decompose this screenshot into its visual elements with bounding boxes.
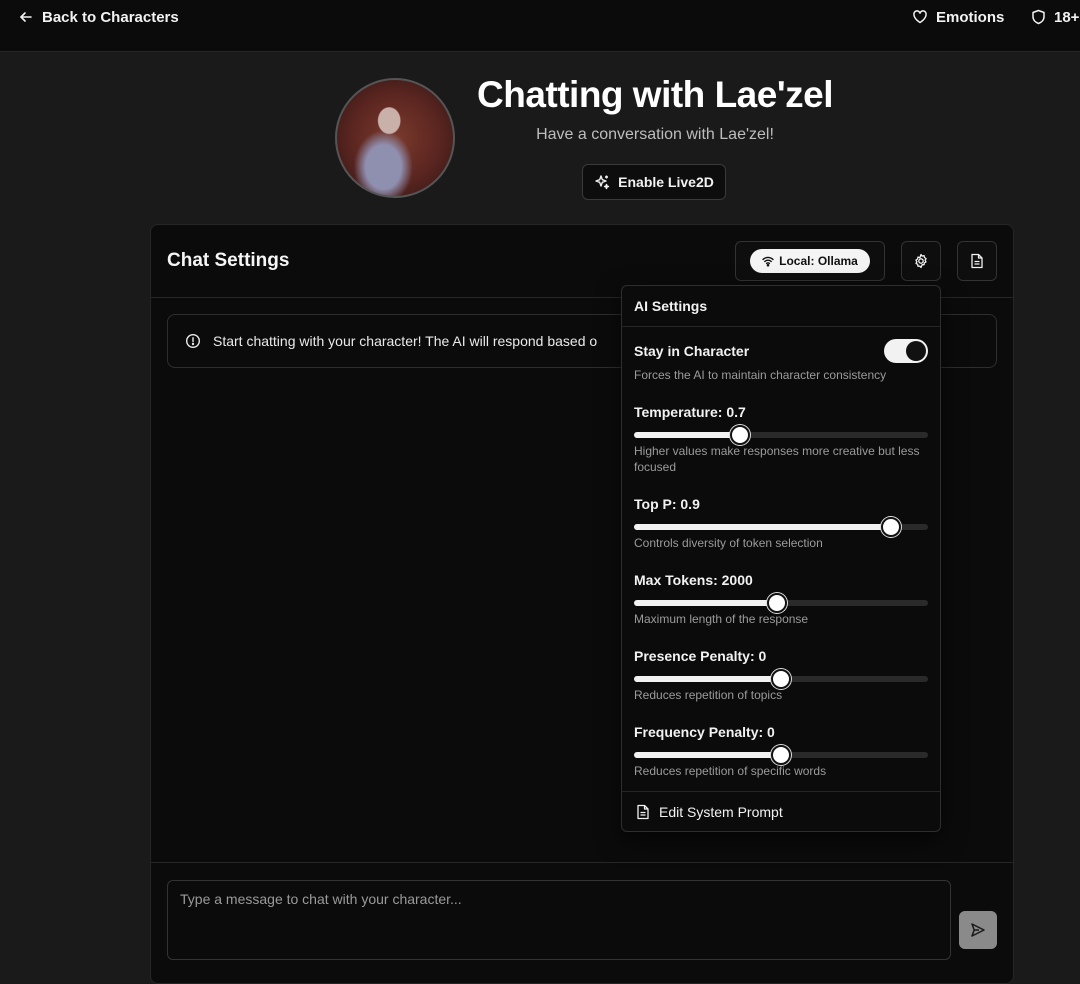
message-composer	[151, 862, 1013, 984]
enable-live2d-button[interactable]: Enable Live2D	[582, 164, 726, 200]
ai-settings-title: AI Settings	[622, 286, 940, 327]
slider-thumb[interactable]	[766, 593, 787, 613]
frequency-penalty-label: Frequency Penalty: 0	[634, 724, 775, 740]
chat-settings-title: Chat Settings	[167, 250, 290, 271]
emotions-label: Emotions	[936, 8, 1005, 26]
heart-icon	[912, 9, 928, 25]
send-button[interactable]	[959, 911, 997, 949]
slider-thumb[interactable]	[880, 517, 901, 537]
slider-fill	[634, 752, 781, 758]
top-p-label: Top P: 0.9	[634, 496, 700, 512]
back-link-label: Back to Characters	[42, 8, 179, 26]
top-p-slider[interactable]	[634, 517, 928, 537]
frequency-penalty-description: Reduces repetition of specific words	[634, 764, 827, 778]
toggle-knob	[906, 341, 926, 361]
edit-system-prompt-label: Edit System Prompt	[659, 803, 783, 820]
provider-label: Local: Ollama	[779, 254, 858, 268]
character-avatar	[335, 78, 455, 198]
back-to-characters-link[interactable]: Back to Characters	[18, 6, 179, 28]
slider-thumb[interactable]	[771, 745, 791, 765]
stay-in-character-toggle[interactable]	[884, 339, 928, 363]
max-tokens-slider[interactable]	[634, 593, 928, 613]
temperature-slider[interactable]	[634, 425, 928, 445]
edit-system-prompt-button[interactable]: Edit System Prompt	[622, 791, 940, 831]
provider-selector[interactable]: Local: Ollama	[735, 241, 885, 281]
temperature-description: Higher values make responses more creati…	[634, 444, 920, 474]
top-bar: Back to Characters Emotions 18+	[0, 0, 1080, 52]
slider-thumb[interactable]	[771, 669, 791, 689]
slider-fill	[634, 432, 740, 438]
stay-in-character-description: Forces the AI to maintain character cons…	[634, 368, 887, 382]
slider-fill	[634, 524, 891, 530]
max-tokens-description: Maximum length of the response	[634, 612, 809, 626]
frequency-penalty-slider[interactable]	[634, 745, 928, 765]
page-subtitle: Have a conversation with Lae'zel!	[536, 126, 774, 143]
stay-in-character-label: Stay in Character	[634, 343, 750, 359]
top-p-description: Controls diversity of token selection	[634, 536, 823, 550]
send-icon	[970, 922, 986, 938]
gear-icon	[913, 253, 929, 269]
provider-badge: Local: Ollama	[750, 249, 870, 273]
slider-fill	[634, 676, 781, 682]
slider-thumb[interactable]	[729, 425, 750, 445]
presence-penalty-label: Presence Penalty: 0	[634, 648, 767, 664]
document-button[interactable]	[957, 241, 997, 281]
shield-icon	[1031, 9, 1046, 25]
page-title: Chatting with Lae'zel	[477, 74, 833, 115]
age-rating-button[interactable]: 18+	[1031, 6, 1079, 28]
message-input[interactable]	[167, 880, 951, 960]
ai-settings-button[interactable]	[901, 241, 941, 281]
file-text-icon	[970, 253, 984, 269]
presence-penalty-description: Reduces repetition of topics	[634, 688, 783, 702]
slider-fill	[634, 600, 777, 606]
sparkles-icon	[594, 174, 610, 190]
max-tokens-label: Max Tokens: 2000	[634, 572, 753, 588]
emotions-button[interactable]: Emotions	[912, 6, 1004, 28]
presence-penalty-slider[interactable]	[634, 669, 928, 689]
ai-settings-panel: AI Settings Stay in Character Forces the…	[621, 285, 941, 832]
enable-live2d-label: Enable Live2D	[618, 174, 714, 190]
file-text-icon	[636, 804, 650, 820]
age-rating-label: 18+	[1054, 8, 1080, 26]
temperature-label: Temperature: 0.7	[634, 404, 746, 420]
info-circle-icon	[185, 333, 201, 349]
info-alert-text: Start chatting with your character! The …	[213, 333, 598, 349]
arrow-left-icon	[18, 9, 34, 25]
wifi-icon	[762, 255, 774, 267]
